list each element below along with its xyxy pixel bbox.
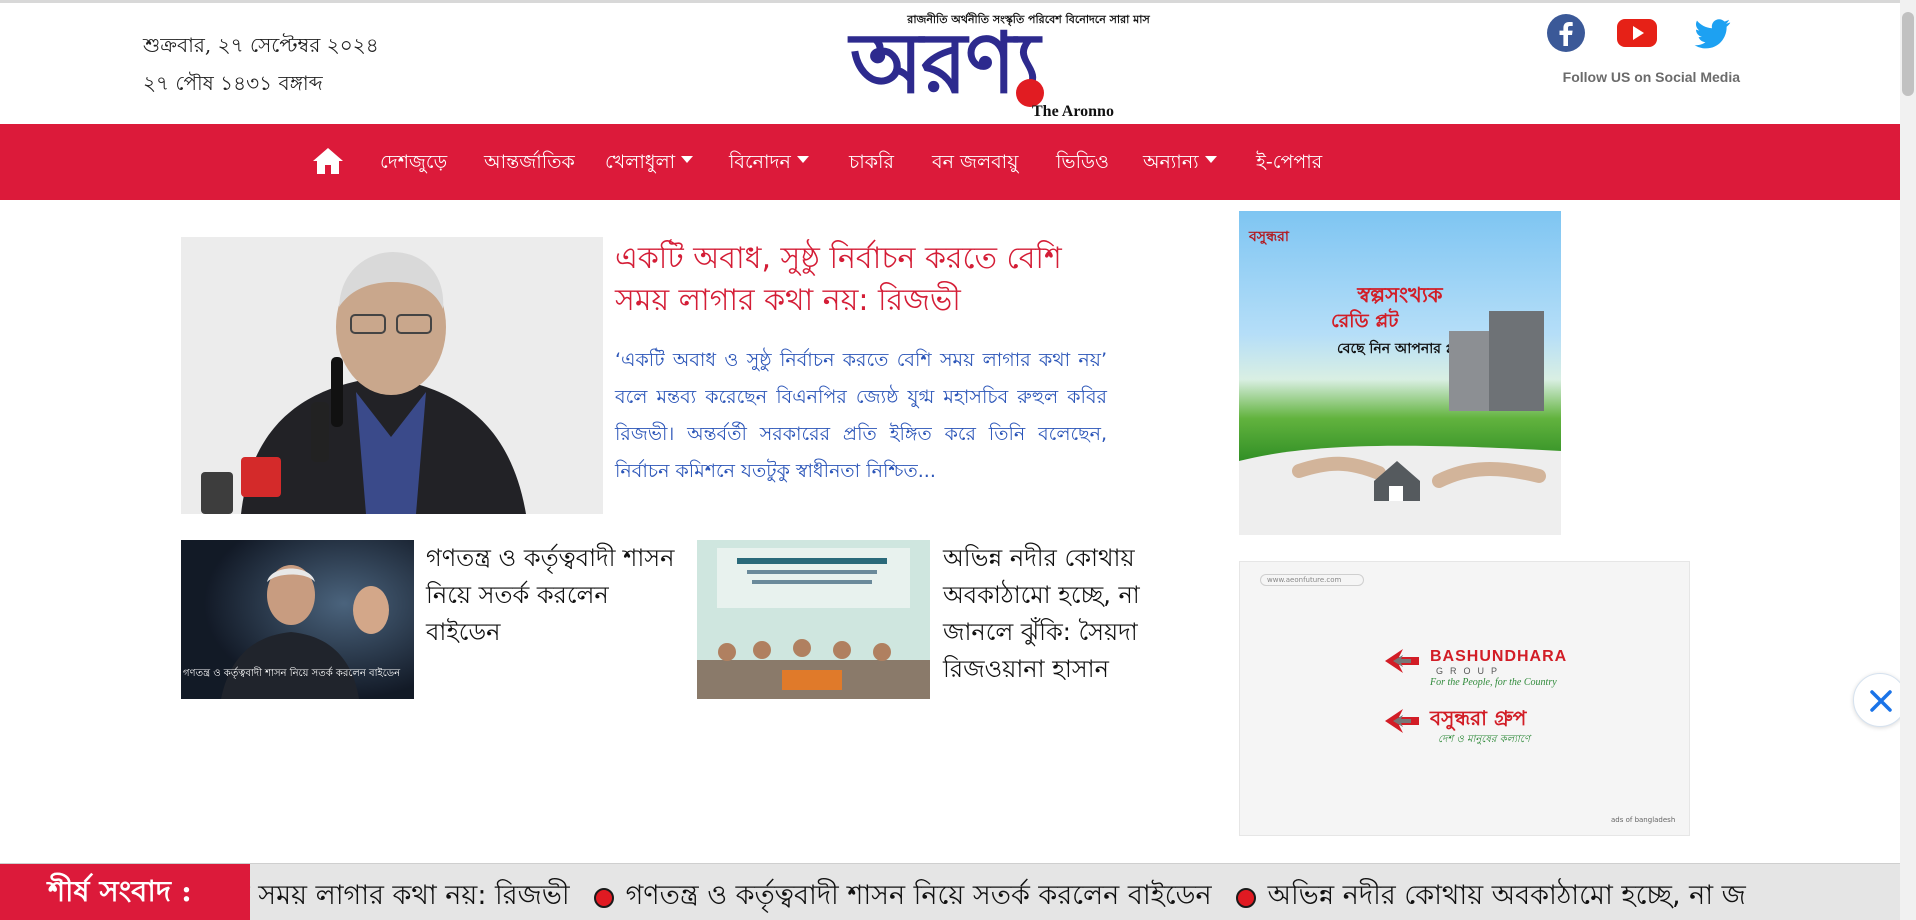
follow-text: Follow US on Social Media — [1562, 69, 1740, 85]
nav-item-deshjure[interactable]: দেশজুড়ে — [380, 148, 447, 180]
sub-photo-illustration — [697, 540, 930, 699]
lead-photo-illustration — [181, 237, 603, 514]
chevron-down-icon — [796, 156, 809, 163]
nav-item-international[interactable]: আন্তর্জাতিক — [484, 148, 575, 180]
ad-bashundhara-plot[interactable]: বসুন্ধরা স্বল্পসংখ্যক রেডি প্লট বেছে নিন… — [1239, 211, 1561, 535]
nav-item-epaper[interactable]: ই-পেপার — [1256, 148, 1322, 180]
social-links: Follow US on Social Media — [1540, 11, 1740, 91]
scrollbar-thumb[interactable] — [1902, 12, 1914, 96]
ticker-item[interactable]: অভিন্ন নদীর কোথায় অবকাঠামো হচ্ছে, না জ — [1268, 875, 1746, 920]
ticker-track: শি সময় লাগার কথা নয়: রিজভী গণতন্ত্র ও ক… — [250, 864, 1900, 920]
page-scrollbar[interactable] — [1900, 0, 1916, 920]
ticker-item[interactable]: শি সময় লাগার কথা নয়: রিজভী — [250, 875, 570, 920]
nav-item-forest-climate[interactable]: বন জলবায়ু — [932, 148, 1018, 180]
nav-item-jobs[interactable]: চাকরি — [849, 148, 894, 180]
chevron-down-icon — [1204, 156, 1217, 163]
sub-story-title[interactable]: অভিন্ন নদীর কোথায় অবকাঠামো হচ্ছে, না জা… — [943, 540, 1163, 688]
date-bengali: ২৭ পৌষ ১৪৩১ বঙ্গাব্দ — [143, 71, 323, 95]
sub-story-title[interactable]: গণতন্ত্র ও কর্তৃত্ববাদী শাসন নিয়ে সতর্ক… — [426, 540, 688, 651]
lead-story-image[interactable] — [181, 237, 603, 514]
site-logo[interactable]: রাজনীতি অর্থনীতি সংস্কৃতি পরিবেশ বিনোদনে… — [846, 7, 1211, 123]
sub-story-image[interactable]: গণতন্ত্র ও কর্তৃত্ববাদী শাসন নিয়ে সতর্ক… — [181, 540, 414, 699]
site-header: শুক্রবার, ২৭ সেপ্টেম্বর ২০২৪ ২৭ পৌষ ১৪৩১… — [0, 3, 1900, 124]
date-gregorian: শুক্রবার, ২৭ সেপ্টেম্বর ২০২৪ — [143, 33, 379, 57]
ad-tagline-bn: দেশ ও মানুষের কল্যাণে — [1438, 734, 1530, 745]
facebook-icon[interactable] — [1546, 13, 1586, 53]
ticker-bullet-icon — [593, 887, 614, 908]
main-nav: দেশজুড়ে আন্তর্জাতিক খেলাধুলা বিনোদন চাক… — [0, 124, 1900, 200]
sub-story-image[interactable] — [697, 540, 930, 699]
ad-footer: ads of bangladesh — [1611, 816, 1676, 824]
nav-item-others[interactable]: অন্যান্য — [1143, 148, 1217, 180]
lead-story-summary[interactable]: ‘একটি অবাধ ও সুষ্ঠু নির্বাচন করতে বেশি স… — [615, 342, 1107, 490]
home-icon[interactable] — [312, 146, 344, 176]
ad-illustration — [1239, 311, 1561, 535]
headline-ticker: শীর্ষ সংবাদ : শি সময় লাগার কথা নয়: রিজ… — [0, 863, 1900, 920]
chevron-down-icon — [681, 156, 694, 163]
ad-tagline-en: For the People, for the Country — [1430, 677, 1557, 688]
ad-url: www.aeonfuture.com — [1260, 574, 1364, 586]
nav-item-sports[interactable]: খেলাধুলা — [605, 148, 694, 180]
twitter-icon[interactable] — [1692, 13, 1732, 53]
nav-item-entertainment[interactable]: বিনোদন — [729, 148, 809, 180]
ad-company-name-en: BASHUNDHARA — [1430, 648, 1568, 665]
ticker-label: শীর্ষ সংবাদ : — [0, 864, 250, 920]
bashundhara-logo-icon — [1385, 649, 1419, 673]
close-icon — [1870, 690, 1892, 712]
ticker-bullet-icon — [1235, 887, 1256, 908]
nav-item-video[interactable]: ভিডিও — [1056, 148, 1109, 180]
floating-close-button[interactable] — [1853, 673, 1907, 727]
logo-wordmark: অরণ্য — [850, 13, 1040, 112]
bashundhara-logo-icon — [1385, 709, 1419, 733]
youtube-icon[interactable] — [1617, 13, 1657, 53]
logo-subtitle: The Aronno — [1032, 103, 1114, 120]
lead-story-title[interactable]: একটি অবাধ, সুষ্ঠু নির্বাচন করতে বেশি সময… — [615, 238, 1115, 322]
sub-story-image-caption: গণতন্ত্র ও কর্তৃত্ববাদী শাসন নিয়ে সতর্ক… — [183, 668, 401, 679]
ad-company-group-en: GROUP — [1436, 666, 1505, 676]
ticker-item[interactable]: গণতন্ত্র ও কর্তৃত্ববাদী শাসন নিয়ে সতর্ক… — [626, 875, 1212, 920]
ad-bashundhara-group[interactable]: www.aeonfuture.com BASHUNDHARA GROUP For… — [1239, 561, 1690, 836]
